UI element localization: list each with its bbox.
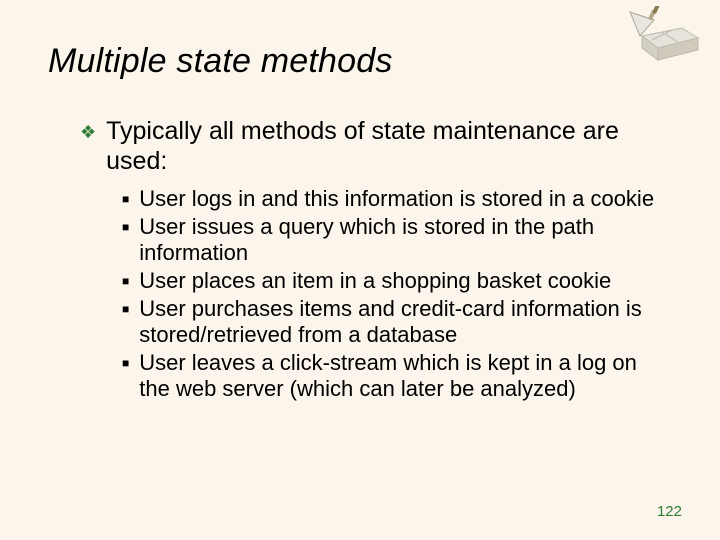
sub-bullet-text: User leaves a click-stream which is kept… bbox=[139, 350, 656, 402]
list-item: ■ User issues a query which is stored in… bbox=[122, 214, 656, 266]
sub-bullet-text: User logs in and this information is sto… bbox=[139, 186, 654, 212]
decorative-brick-trowel-icon bbox=[624, 6, 702, 62]
sub-bullet-text: User places an item in a shopping basket… bbox=[139, 268, 611, 294]
diamond-bullet-icon: ❖ bbox=[80, 118, 96, 146]
square-bullet-icon: ■ bbox=[122, 296, 129, 322]
square-bullet-icon: ■ bbox=[122, 186, 129, 212]
slide-body: ❖ Typically all methods of state mainten… bbox=[80, 116, 660, 404]
page-number: 122 bbox=[657, 503, 682, 520]
main-bullet: ❖ Typically all methods of state mainten… bbox=[80, 116, 660, 176]
list-item: ■ User places an item in a shopping bask… bbox=[122, 268, 656, 294]
slide-title: Multiple state methods bbox=[48, 42, 393, 81]
main-bullet-text: Typically all methods of state maintenan… bbox=[106, 116, 660, 176]
list-item: ■ User leaves a click-stream which is ke… bbox=[122, 350, 656, 402]
list-item: ■ User purchases items and credit-card i… bbox=[122, 296, 656, 348]
sub-bullet-list: ■ User logs in and this information is s… bbox=[122, 186, 656, 402]
slide: Multiple state methods ❖ Typically all m… bbox=[0, 0, 720, 540]
list-item: ■ User logs in and this information is s… bbox=[122, 186, 656, 212]
square-bullet-icon: ■ bbox=[122, 350, 129, 376]
square-bullet-icon: ■ bbox=[122, 214, 129, 240]
square-bullet-icon: ■ bbox=[122, 268, 129, 294]
sub-bullet-text: User issues a query which is stored in t… bbox=[139, 214, 656, 266]
sub-bullet-text: User purchases items and credit-card inf… bbox=[139, 296, 656, 348]
